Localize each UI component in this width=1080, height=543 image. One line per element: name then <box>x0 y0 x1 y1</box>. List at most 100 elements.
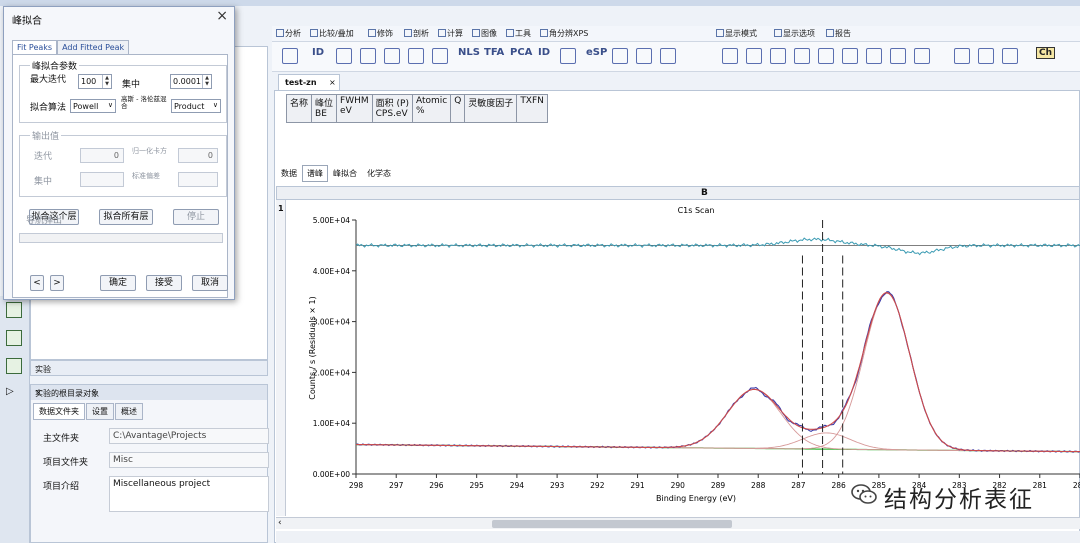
algo-select[interactable]: Powell ∨ <box>70 99 116 113</box>
check-icon[interactable] <box>6 330 22 346</box>
help-icon[interactable] <box>6 358 22 374</box>
converge-stepper[interactable]: 0.0001 ▲ ▼ <box>170 74 212 89</box>
x-tick-label: 290 <box>671 481 686 490</box>
display-axes-icon[interactable] <box>866 48 882 64</box>
tool-peak2-icon[interactable] <box>660 48 676 64</box>
menu-display-options[interactable]: 显示选项 <box>774 28 815 39</box>
tool-tfa-button[interactable]: TFA <box>484 47 504 58</box>
tool-derivative-icon[interactable] <box>432 48 448 64</box>
tab-add-fitted-peak[interactable]: Add Fitted Peak <box>57 40 130 55</box>
display-le-icon[interactable] <box>954 48 970 64</box>
document-tab[interactable]: test-zn × <box>278 74 340 90</box>
tab-peak-fit[interactable]: 峰拟合 <box>328 165 362 182</box>
menu-modify[interactable]: 修饰 <box>368 28 393 39</box>
col-q[interactable]: Q <box>450 94 466 123</box>
col-atomic[interactable]: Atomic % <box>411 94 452 123</box>
main-folder-label: 主文件夹 <box>43 434 80 444</box>
menu-tools[interactable]: 工具 <box>506 28 531 39</box>
display-options-icon <box>774 29 782 37</box>
tool-fit-icon[interactable] <box>360 48 376 64</box>
apply-button[interactable]: 接受 <box>146 275 182 291</box>
tool-layers-icon[interactable] <box>384 48 400 64</box>
stop-button[interactable]: 停止 <box>173 209 219 225</box>
menu-profile[interactable]: 剖析 <box>404 28 429 39</box>
project-desc-label: 项目介绍 <box>43 482 80 492</box>
menu-image[interactable]: 图像 <box>472 28 497 39</box>
scroll-thumb[interactable] <box>492 520 732 528</box>
tool-id2-button[interactable]: ID <box>538 47 550 58</box>
tool-peak-icon[interactable] <box>282 48 298 64</box>
display-globe-icon[interactable] <box>842 48 858 64</box>
next-arrow-button[interactable]: > <box>50 275 64 291</box>
tab-data[interactable]: 数据 <box>276 165 302 182</box>
view-tabs: 数据 谱峰 峰拟合 化学态 <box>276 165 396 182</box>
tool-nls-button[interactable]: NLS <box>458 47 480 58</box>
chevron-down-icon: ∨ <box>107 101 113 109</box>
tool-search-icon[interactable] <box>560 48 576 64</box>
prev-arrow-button[interactable]: < <box>30 275 44 291</box>
tab-data-folder[interactable]: 数据文件夹 <box>33 403 85 420</box>
stepper-arrows-icon[interactable]: ▲ ▼ <box>202 75 211 88</box>
chart-x-label: Binding Energy (eV) <box>656 494 736 503</box>
display-dc-icon[interactable] <box>1002 48 1018 64</box>
display-layers-icon[interactable] <box>914 48 930 64</box>
tool-table-icon[interactable] <box>612 48 628 64</box>
iter-label: 迭代 <box>34 152 53 162</box>
display-area-icon[interactable] <box>746 48 762 64</box>
experiment-tab[interactable]: 实验 <box>30 360 268 376</box>
tab-overview[interactable]: 概述 <box>115 403 143 420</box>
peak-table: 名称 峰位 BE FWHM eV 面积 (P) CPS.eV Atomic % … <box>285 94 548 123</box>
tool-smooth-icon[interactable] <box>408 48 424 64</box>
tab-settings[interactable]: 设置 <box>86 403 114 420</box>
max-iter-stepper[interactable]: 100 ▲ ▼ <box>78 74 112 89</box>
close-icon[interactable]: × <box>216 8 228 24</box>
expand-arrow-icon[interactable]: ▷ <box>6 386 22 402</box>
col-sensitivity[interactable]: 灵敏度因子 <box>464 94 518 123</box>
tool-id-button[interactable]: ID <box>312 47 324 58</box>
scroll-left-icon[interactable]: ‹ <box>278 518 282 528</box>
c1s-spectrum-chart[interactable]: C1s Scan Binding Energy (eV) Counts / s … <box>286 200 1080 516</box>
display-yx-icon[interactable] <box>978 48 994 64</box>
project-desc-field[interactable]: Miscellaneous project <box>109 476 269 512</box>
chart-y-label: Counts / s (Residuals × 1) <box>308 296 317 400</box>
x-tick-label: 288 <box>751 481 766 490</box>
col-be[interactable]: 峰位 BE <box>311 94 338 123</box>
ok-button[interactable]: 确定 <box>100 275 136 291</box>
tab-spectrum[interactable]: 谱峰 <box>302 165 328 182</box>
display-linear-icon[interactable] <box>722 48 738 64</box>
project-folder-field[interactable]: Misc <box>109 452 269 468</box>
chart-series <box>355 237 1080 453</box>
display-map-icon[interactable] <box>818 48 834 64</box>
tree-icon[interactable] <box>6 302 22 318</box>
tool-dv-icon[interactable] <box>636 48 652 64</box>
cancel-button[interactable]: 取消 <box>192 275 228 291</box>
horizontal-scrollbar[interactable]: ‹ <box>276 517 1080 529</box>
tool-graph-icon[interactable] <box>336 48 352 64</box>
tool-esp-button[interactable]: eSP <box>586 47 607 58</box>
menu-compare[interactable]: 比较/叠加 <box>310 28 354 39</box>
col-fwhm[interactable]: FWHM eV <box>336 94 373 123</box>
menu-arxps[interactable]: 角分辨XPS <box>540 28 588 39</box>
iter-value: 0 <box>80 148 124 163</box>
main-folder-field[interactable]: C:\Avantage\Projects <box>109 428 269 444</box>
display-overlay-icon[interactable] <box>770 48 786 64</box>
tool-ch-button[interactable]: Ch <box>1036 47 1056 59</box>
menu-display-mode[interactable]: 显示模式 <box>716 28 757 39</box>
tab-fit-peaks[interactable]: Fit Peaks <box>12 40 58 55</box>
close-icon[interactable]: × <box>35 388 263 397</box>
stepper-arrows-icon[interactable]: ▲ ▼ <box>102 75 111 88</box>
menu-analysis[interactable]: 分析 <box>276 28 301 39</box>
col-name[interactable]: 名称 <box>285 94 313 123</box>
tool-pca-button[interactable]: PCA <box>510 47 532 58</box>
col-area[interactable]: 面积 (P) CPS.eV <box>371 94 413 123</box>
close-tab-icon[interactable]: × <box>329 78 336 87</box>
tab-chem-state[interactable]: 化学态 <box>362 165 396 182</box>
menu-report[interactable]: 报告 <box>826 28 851 39</box>
mix-select[interactable]: Product ∨ <box>171 99 221 113</box>
menu-calculate[interactable]: 计算 <box>438 28 463 39</box>
display-bar-icon[interactable] <box>890 48 906 64</box>
display-3d-icon[interactable] <box>794 48 810 64</box>
converge-label: 集中 <box>122 80 141 90</box>
fit-all-button[interactable]: 拟合所有层 <box>99 209 153 225</box>
col-txfn[interactable]: TXFN <box>516 94 548 123</box>
